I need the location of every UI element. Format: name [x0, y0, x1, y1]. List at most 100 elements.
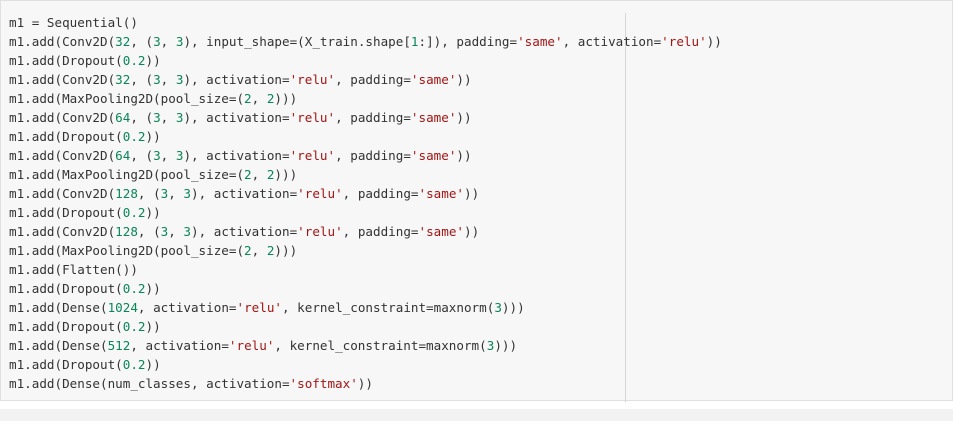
code-token: ))): [274, 91, 298, 106]
code-token: )): [145, 319, 161, 334]
code-token: )): [464, 224, 480, 239]
code-line: m1.add(Dense(num_classes, activation='so…: [9, 374, 722, 393]
code-token: ,: [160, 148, 176, 163]
code-line: m1 = Sequential(): [9, 13, 722, 32]
code-token: )): [456, 110, 472, 125]
code-token: , padding=: [342, 224, 419, 239]
code-token: m1.add(Dropout(: [9, 357, 123, 372]
code-line: m1.add(MaxPooling2D(pool_size=(2, 2))): [9, 165, 722, 184]
code-token: m1.add(Flatten()): [9, 262, 138, 277]
number-token: 3: [153, 148, 161, 163]
code-token: ), input_shape=(X_train.shape[: [183, 34, 411, 49]
code-token: ,: [160, 110, 176, 125]
code-token: ), activation=: [183, 72, 290, 87]
code-token: ,: [251, 167, 267, 182]
code-line: m1.add(Dropout(0.2)): [9, 127, 722, 146]
number-token: 0.2: [122, 205, 146, 220]
code-token: , (: [137, 224, 161, 239]
number-token: 0.2: [122, 357, 146, 372]
code-token: m1.add(Dropout(: [9, 129, 123, 144]
code-token: )): [145, 205, 161, 220]
code-token: )): [456, 72, 472, 87]
string-token: 'relu': [228, 338, 275, 353]
code-token: m1.add(MaxPooling2D(pool_size=(: [9, 243, 245, 258]
string-token: 'relu': [289, 148, 336, 163]
number-token: 3: [153, 72, 161, 87]
code-line: m1.add(Conv2D(128, (3, 3), activation='r…: [9, 222, 722, 241]
code-token: m1.add(Dropout(: [9, 281, 123, 296]
code-token: , padding=: [342, 186, 419, 201]
code-token: m1.add(Conv2D(: [9, 148, 116, 163]
next-cell-edge: [0, 409, 953, 421]
code-token: )): [464, 186, 480, 201]
code-line: m1.add(Conv2D(32, (3, 3), input_shape=(X…: [9, 32, 722, 51]
code-token: m1.add(Conv2D(: [9, 186, 116, 201]
code-token: ,: [160, 72, 176, 87]
number-token: 128: [115, 224, 138, 239]
code-token: ,: [160, 34, 176, 49]
number-token: 32: [115, 34, 131, 49]
number-token: 32: [115, 72, 131, 87]
code-line: m1.add(Conv2D(64, (3, 3), activation='re…: [9, 108, 722, 127]
code-token: m1.add(Conv2D(: [9, 34, 116, 49]
number-token: 3: [494, 300, 502, 315]
code-line: m1.add(Dense(512, activation='relu', ker…: [9, 336, 722, 355]
string-token: 'softmax': [289, 376, 358, 391]
code-line: m1.add(Dropout(0.2)): [9, 203, 722, 222]
code-token: m1.add(Conv2D(: [9, 72, 116, 87]
string-token: 'relu': [289, 72, 336, 87]
code-line: m1.add(MaxPooling2D(pool_size=(2, 2))): [9, 241, 722, 260]
code-token: ,: [168, 186, 184, 201]
code-line: m1.add(Flatten()): [9, 260, 722, 279]
code-token: , padding=: [335, 148, 411, 163]
code-token: ), activation=: [191, 186, 298, 201]
string-token: 'relu': [297, 224, 343, 239]
code-token: :]), padding=: [418, 34, 518, 49]
number-token: 3: [183, 186, 192, 201]
code-token: , padding=: [335, 72, 411, 87]
code-line: m1.add(Conv2D(64, (3, 3), activation='re…: [9, 146, 722, 165]
code-token: m1.add(MaxPooling2D(pool_size=(: [9, 91, 245, 106]
code-token: , (: [137, 186, 161, 201]
code-token: m1.add(Dropout(: [9, 53, 123, 68]
string-token: 'same': [517, 34, 563, 49]
code-line: m1.add(Dropout(0.2)): [9, 51, 722, 70]
code-token: , (: [130, 110, 154, 125]
code-token: ))): [494, 338, 518, 353]
number-token: 1024: [107, 300, 138, 315]
code-token: )): [145, 129, 161, 144]
number-token: 64: [115, 148, 131, 163]
code-line: m1.add(Dropout(0.2)): [9, 317, 722, 336]
number-token: 2: [244, 167, 252, 182]
string-token: 'same': [418, 186, 465, 201]
string-token: 'same': [410, 110, 457, 125]
code-cell[interactable]: m1 = Sequential() m1.add(Conv2D(32, (3, 3…: [0, 0, 953, 402]
code-token: , activation=: [562, 34, 662, 49]
code-line: m1.add(Conv2D(32, (3, 3), activation='re…: [9, 70, 722, 89]
code-token: , activation=: [137, 300, 237, 315]
code-line: m1.add(Dropout(0.2)): [9, 279, 722, 298]
code-token: )): [145, 357, 161, 372]
code-line: m1.add(MaxPooling2D(pool_size=(2, 2))): [9, 89, 722, 108]
code-token: , (: [130, 148, 154, 163]
code-token: )): [357, 376, 373, 391]
string-token: 'relu': [236, 300, 283, 315]
number-token: 2: [244, 243, 252, 258]
number-token: 2: [244, 91, 252, 106]
code-token: ))): [501, 300, 525, 315]
number-token: 3: [183, 224, 192, 239]
number-token: 128: [115, 186, 138, 201]
code-editor[interactable]: m1 = Sequential() m1.add(Conv2D(32, (3, 3…: [9, 13, 722, 393]
string-token: 'relu': [297, 186, 343, 201]
code-token: m1.add(Conv2D(: [9, 224, 116, 239]
code-token: ), activation=: [191, 224, 298, 239]
code-token: )): [145, 281, 161, 296]
code-token: m1 = Sequential(): [9, 15, 138, 30]
code-token: , kernel_constraint=maxnorm(: [274, 338, 487, 353]
code-token: m1.add(Conv2D(: [9, 110, 116, 125]
number-token: 1: [410, 34, 419, 49]
number-token: 512: [107, 338, 131, 353]
code-token: )): [145, 53, 161, 68]
code-token: , kernel_constraint=maxnorm(: [282, 300, 495, 315]
string-token: 'same': [418, 224, 465, 239]
